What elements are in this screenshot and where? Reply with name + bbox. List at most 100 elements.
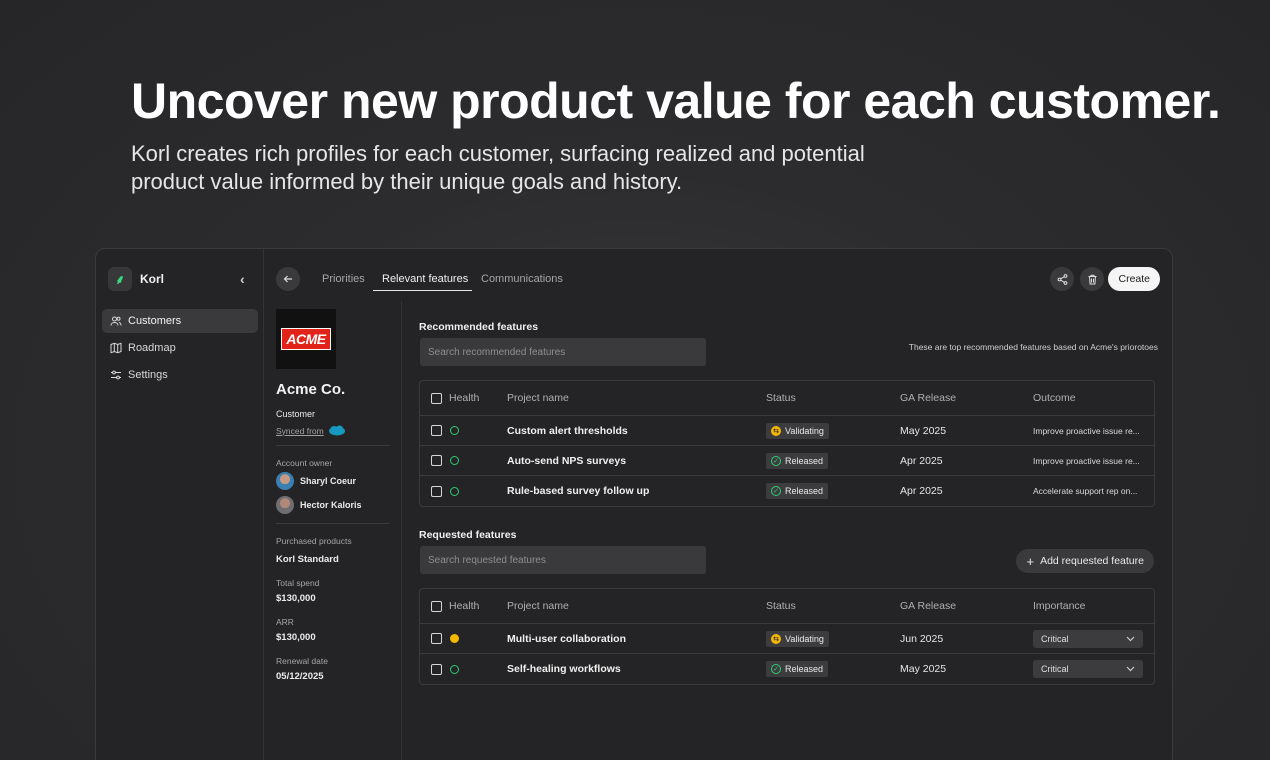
project-name[interactable]: Auto-send NPS surveys xyxy=(507,446,626,475)
purchased-products-value: Korl Standard xyxy=(276,554,339,565)
table-row[interactable]: Custom alert thresholds ⇆ Validating May … xyxy=(420,416,1154,446)
project-name[interactable]: Self-healing workflows xyxy=(507,654,621,684)
add-requested-feature-button[interactable]: + Add requested feature xyxy=(1016,549,1154,573)
table-row[interactable]: Self-healing workflows ✓ Released May 202… xyxy=(420,654,1154,684)
sidebar-item-customers[interactable]: Customers xyxy=(102,309,258,333)
column-header[interactable]: GA Release xyxy=(900,589,956,623)
owner-sharyl[interactable]: Sharyl Coeur xyxy=(276,472,356,490)
sidebar-item-label: Settings xyxy=(128,369,168,381)
share-button[interactable] xyxy=(1050,267,1074,291)
sidebar-nav: Customers Roadmap Settings xyxy=(102,309,258,390)
synced-from-link[interactable]: Synced from xyxy=(276,425,346,436)
delete-button[interactable] xyxy=(1080,267,1104,291)
status-label: Validating xyxy=(785,633,824,644)
check-circle-icon: ✓ xyxy=(771,664,781,674)
column-header[interactable]: Project name xyxy=(507,589,569,623)
back-button[interactable] xyxy=(276,267,300,291)
table-row[interactable]: Rule-based survey follow up ✓ Released Ap… xyxy=(420,476,1154,506)
status-badge: ✓ Released xyxy=(766,483,829,499)
account-owner-label: Account owner xyxy=(276,458,333,468)
health-indicator xyxy=(450,456,459,465)
company-name: Acme Co. xyxy=(276,381,346,398)
project-name[interactable]: Multi-user collaboration xyxy=(507,624,626,653)
sidebar-item-settings[interactable]: Settings xyxy=(102,363,258,387)
column-header[interactable]: Importance xyxy=(1033,589,1086,623)
status-badge: ✓ Released xyxy=(766,661,829,677)
table-row[interactable]: Auto-send NPS surveys ✓ Released Apr 2025… xyxy=(420,446,1154,476)
tab-communications[interactable]: Communications xyxy=(481,273,563,285)
column-header[interactable]: Health xyxy=(449,381,479,415)
validating-icon: ⇆ xyxy=(771,633,781,644)
tab-relevant-features[interactable]: Relevant features xyxy=(382,273,468,285)
owner-name: Hector Kaloris xyxy=(300,500,362,510)
column-header[interactable]: Project name xyxy=(507,381,569,415)
table-row[interactable]: Multi-user collaboration ⇆ Validating Jun… xyxy=(420,624,1154,654)
arr-label: ARR xyxy=(276,617,294,627)
select-all-checkbox[interactable] xyxy=(431,392,442,404)
synced-from-label: Synced from xyxy=(276,425,324,436)
chevron-down-icon xyxy=(1126,666,1135,672)
ga-release: May 2025 xyxy=(900,663,947,675)
app-window: ⸙ Korl ‹ Customers Roadmap Settings Prio… xyxy=(95,248,1173,760)
check-circle-icon: ✓ xyxy=(771,455,781,466)
importance-select[interactable]: Critical xyxy=(1033,660,1143,678)
ga-release: May 2025 xyxy=(900,424,947,437)
status-label: Released xyxy=(785,664,824,674)
collapse-sidebar-icon[interactable]: ‹ xyxy=(240,271,245,287)
map-icon xyxy=(110,342,122,354)
divider xyxy=(276,445,390,446)
share-icon xyxy=(1057,273,1067,285)
avatar xyxy=(276,496,294,514)
importance-value: Critical xyxy=(1041,633,1069,644)
tab-priorities[interactable]: Priorities xyxy=(322,273,365,285)
row-checkbox[interactable] xyxy=(431,455,442,466)
status-badge: ⇆ Validating xyxy=(766,422,829,439)
requested-title: Requested features xyxy=(419,529,517,541)
status-label: Released xyxy=(785,486,824,496)
top-bar: Priorities Relevant features Communicati… xyxy=(264,249,1172,301)
column-header[interactable]: Health xyxy=(449,589,479,623)
outcome: Accelerate support rep on... xyxy=(1033,486,1138,496)
row-checkbox[interactable] xyxy=(431,485,442,497)
create-button[interactable]: Create xyxy=(1108,267,1160,291)
row-checkbox[interactable] xyxy=(431,663,442,675)
column-header[interactable]: Status xyxy=(766,589,796,623)
purchased-products-label: Purchased products xyxy=(276,536,352,546)
sidebar: ⸙ Korl ‹ Customers Roadmap Settings xyxy=(96,249,264,760)
status-badge: ✓ Released xyxy=(766,452,829,469)
importance-select[interactable]: Critical xyxy=(1033,629,1143,648)
requested-table: Health Project name Status GA Release Im… xyxy=(419,588,1155,685)
sidebar-item-roadmap[interactable]: Roadmap xyxy=(102,336,258,360)
brand[interactable]: ⸙ Korl xyxy=(108,267,164,291)
table-header-row: Health Project name Status GA Release Im… xyxy=(420,589,1154,624)
validating-icon: ⇆ xyxy=(771,425,781,436)
project-name[interactable]: Rule-based survey follow up xyxy=(507,476,649,506)
avatar xyxy=(276,472,294,490)
hero-subtitle: Korl creates rich profiles for each cust… xyxy=(131,141,865,194)
renewal-date-label: Renewal date xyxy=(276,656,328,666)
row-checkbox[interactable] xyxy=(431,633,442,644)
health-indicator xyxy=(450,426,459,435)
ga-release: Apr 2025 xyxy=(900,454,943,467)
owner-hector[interactable]: Hector Kaloris xyxy=(276,496,362,514)
customer-logo: ACME xyxy=(276,309,336,369)
outcome: Improve proactive issue re... xyxy=(1033,425,1140,436)
customer-logo-text: ACME xyxy=(281,328,331,350)
project-name[interactable]: Custom alert thresholds xyxy=(507,416,628,445)
column-header[interactable]: Status xyxy=(766,381,796,415)
column-header[interactable]: Outcome xyxy=(1033,381,1076,415)
ga-release: Jun 2025 xyxy=(900,632,944,645)
active-tab-indicator xyxy=(373,290,472,291)
health-indicator xyxy=(450,486,459,496)
owner-name: Sharyl Coeur xyxy=(300,476,357,486)
recommended-search-input[interactable]: Search recommended features xyxy=(420,338,706,366)
requested-search-input[interactable]: Search requested features xyxy=(420,546,706,574)
add-requested-feature-label: Add requested feature xyxy=(1040,555,1144,567)
sidebar-item-label: Customers xyxy=(128,315,182,327)
select-all-checkbox[interactable] xyxy=(431,600,442,612)
column-header[interactable]: GA Release xyxy=(900,381,956,415)
row-checkbox[interactable] xyxy=(431,425,442,436)
health-indicator xyxy=(450,634,459,643)
users-icon xyxy=(110,316,122,326)
main-content: Recommended features Search recommended … xyxy=(403,301,1172,760)
